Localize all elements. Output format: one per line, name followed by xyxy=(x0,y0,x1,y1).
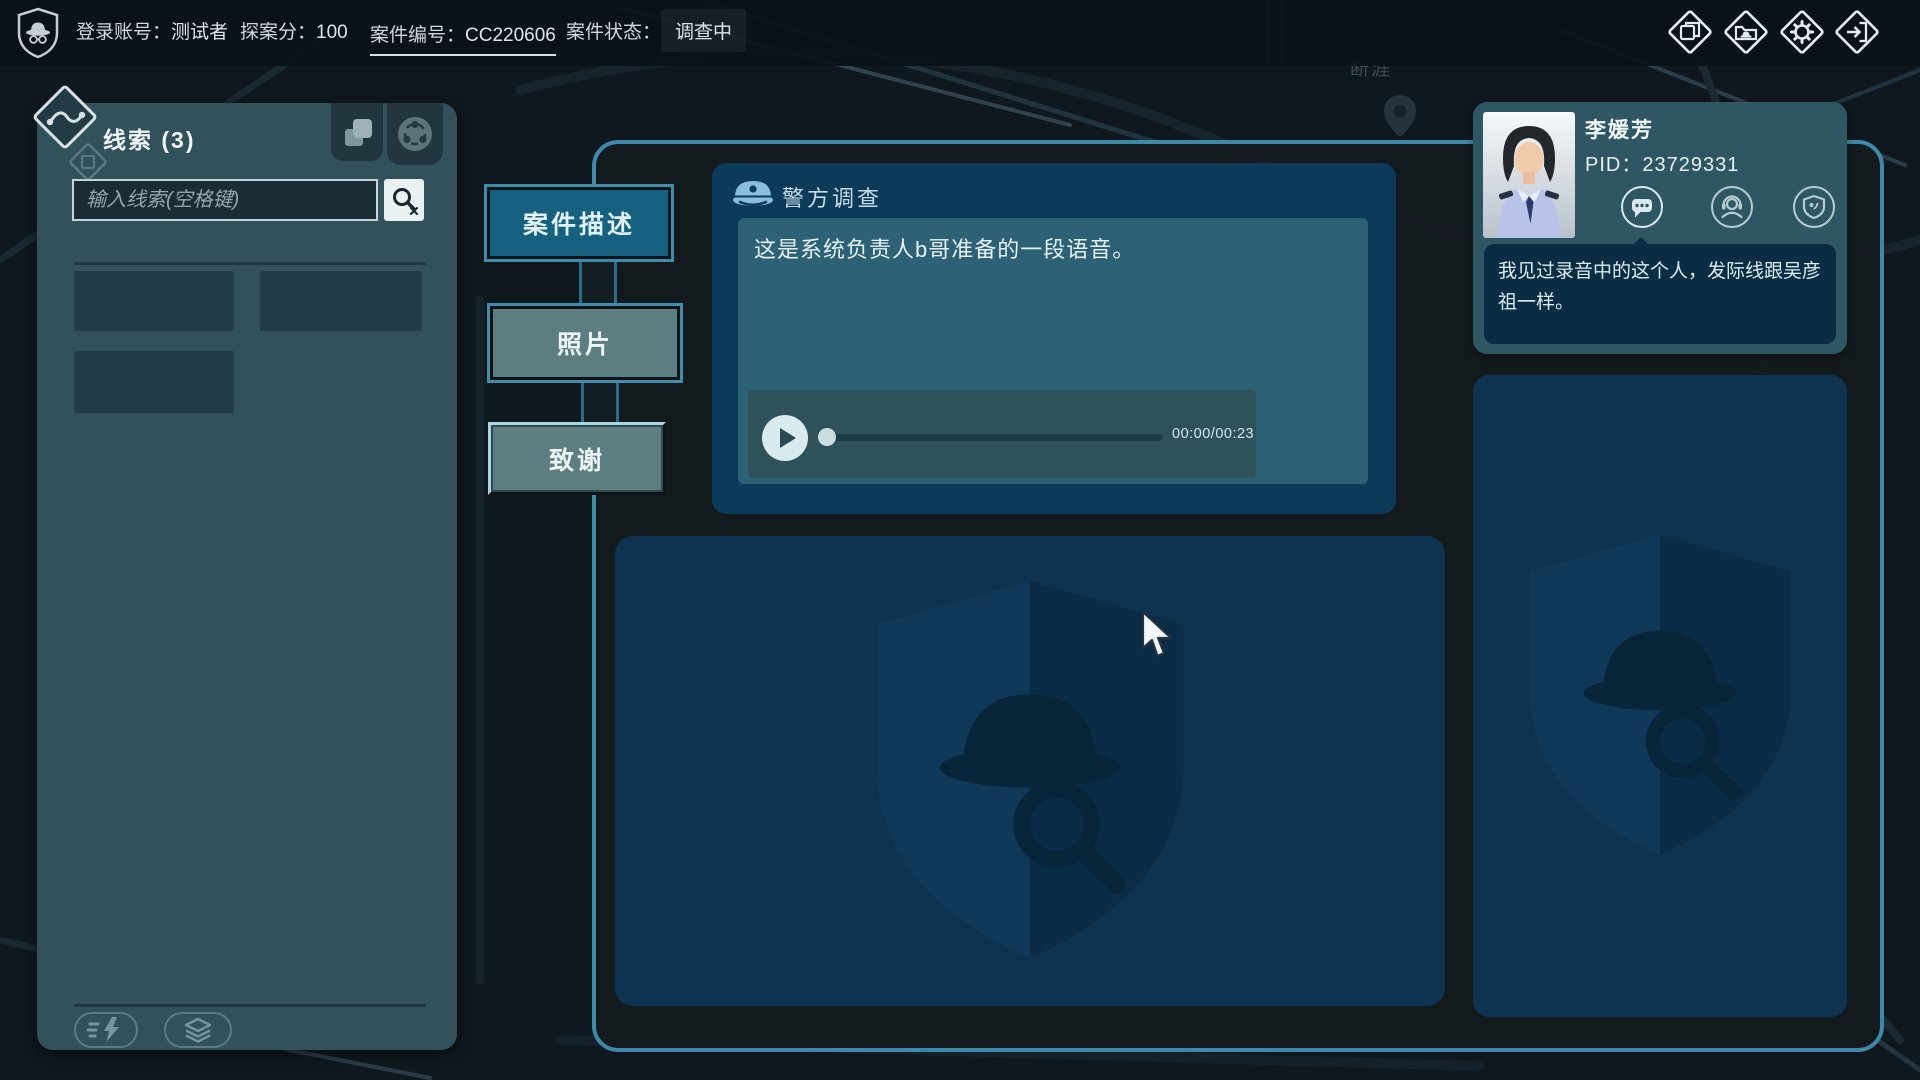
layers-button[interactable] xyxy=(164,1012,232,1048)
case-number: 案件编号：CC220606 xyxy=(370,20,556,56)
copy-clues-button[interactable] xyxy=(331,103,383,161)
case-status-label: 案件状态： xyxy=(566,22,661,43)
share-clues-button[interactable] xyxy=(387,103,443,165)
watermark-shield-icon xyxy=(860,571,1200,971)
detective-score: 探案分：100 xyxy=(240,0,348,66)
character-detail-canvas xyxy=(1473,375,1847,1017)
tab-connector xyxy=(581,377,619,427)
case-folder-icon[interactable] xyxy=(1722,8,1770,56)
chat-bubble-icon[interactable] xyxy=(1620,185,1664,229)
character-pid: PID：23729331 xyxy=(1585,148,1739,177)
clue-search-button[interactable] xyxy=(384,179,424,221)
case-number-value: CC220606 xyxy=(465,25,556,46)
login-account-label: 登录账号： xyxy=(76,22,171,43)
clue-list-divider xyxy=(74,262,426,265)
case-number-label: 案件编号： xyxy=(370,25,465,46)
clue-panel: 线索 (3) xyxy=(37,103,457,1050)
copy-icon xyxy=(335,110,379,154)
police-cap-icon xyxy=(730,175,776,211)
clue-slot xyxy=(260,271,422,331)
game-screen: 断涯 登录账号：测试者 探案分：100 案件编号：CC220606 案件状态：调… xyxy=(0,0,1920,1080)
clue-panel-title: 线索 (3) xyxy=(103,121,196,155)
play-icon xyxy=(780,428,796,448)
tab-photos[interactable]: 照片 xyxy=(487,303,683,383)
investigation-title: 警方调查 xyxy=(782,181,882,213)
tab-connector xyxy=(579,256,617,308)
detective-shield-logo xyxy=(16,7,60,59)
layers-icon xyxy=(174,1015,222,1045)
investigation-description: 这是系统负责人b哥准备的一段语音。 xyxy=(754,232,1352,264)
clue-search-input[interactable] xyxy=(72,179,378,221)
clue-slot xyxy=(74,351,234,413)
settings-icon[interactable] xyxy=(1778,8,1826,56)
shield-badge-icon[interactable] xyxy=(1792,185,1836,229)
search-icon xyxy=(387,182,421,218)
audio-progress-track[interactable] xyxy=(827,434,1163,441)
detective-score-label: 探案分： xyxy=(240,22,316,43)
clue-slot xyxy=(74,271,234,331)
login-account: 登录账号：测试者 xyxy=(76,0,228,66)
character-quote: 我见过录音中的这个人，发际线跟吴彦祖一样。 xyxy=(1484,244,1836,344)
character-photo xyxy=(1483,112,1575,238)
exit-icon[interactable] xyxy=(1833,8,1881,56)
tab-case-description[interactable]: 案件描述 xyxy=(484,184,674,262)
pid-label: PID： xyxy=(1585,154,1642,176)
share-network-icon xyxy=(392,111,438,157)
audio-player: 00:00/00:23 xyxy=(748,390,1256,478)
watermark-shield-icon xyxy=(1515,526,1805,866)
flash-icon xyxy=(82,1015,130,1045)
case-description-canvas xyxy=(615,536,1445,1006)
play-button[interactable] xyxy=(762,415,808,461)
detective-score-value: 100 xyxy=(316,22,348,43)
quick-action-button[interactable] xyxy=(74,1012,138,1048)
pid-value: 23729331 xyxy=(1642,154,1739,176)
audio-time: 00:00/00:23 xyxy=(1172,390,1254,478)
support-person-icon[interactable] xyxy=(1710,185,1754,229)
windows-icon[interactable] xyxy=(1666,8,1714,56)
case-status-value: 调查中 xyxy=(661,9,746,52)
clue-footer-divider xyxy=(74,1004,426,1007)
audio-progress-thumb[interactable] xyxy=(818,428,836,446)
login-account-value: 测试者 xyxy=(171,22,228,43)
top-bar: 登录账号：测试者 探案分：100 案件编号：CC220606 案件状态：调查中 xyxy=(0,0,1920,66)
tab-credits[interactable]: 致谢 xyxy=(488,422,666,495)
character-card: 李媛芳 PID：23729331 我见过录音中的这个人，发际线跟吴彦祖一样。 xyxy=(1473,102,1847,354)
case-status: 案件状态：调查中 xyxy=(566,0,746,66)
police-investigation-panel: 警方调查 这是系统负责人b哥准备的一段语音。 00:00/00:23 xyxy=(712,163,1396,514)
character-name: 李媛芳 xyxy=(1585,114,1654,144)
investigation-content: 这是系统负责人b哥准备的一段语音。 00:00/00:23 xyxy=(738,218,1368,484)
map-pin-icon xyxy=(1382,94,1418,138)
